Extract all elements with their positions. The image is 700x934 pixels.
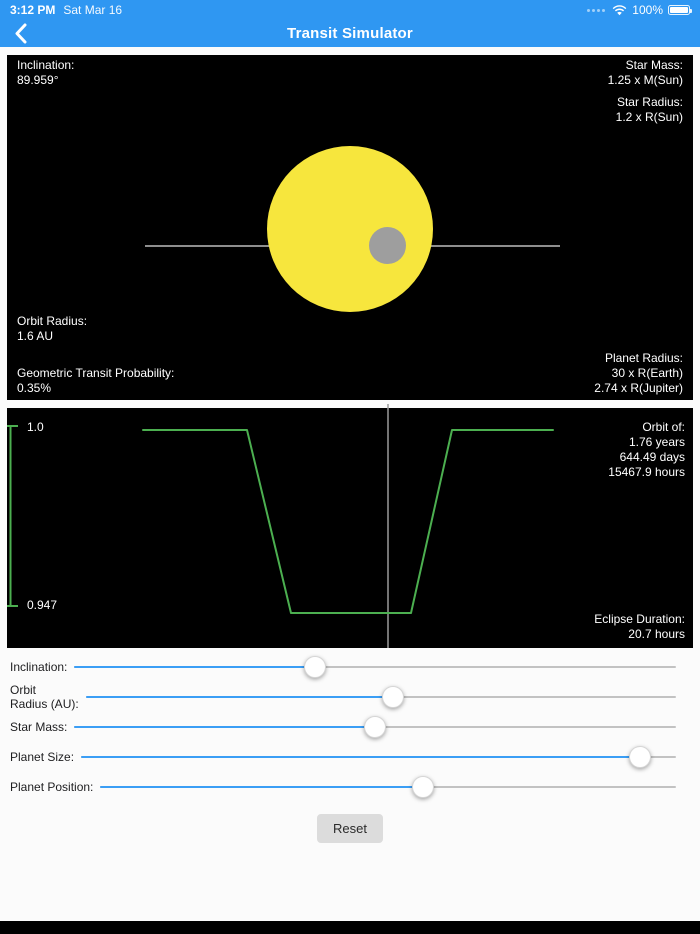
orbit-radius-row: Orbit Radius (AU):	[10, 682, 676, 712]
status-time: 3:12 PM	[10, 3, 55, 17]
orbit-period-readout: Orbit of:1.76 years644.49 days15467.9 ho…	[608, 420, 685, 480]
star-mass-slider[interactable]	[74, 715, 676, 739]
slider-thumb[interactable]	[382, 686, 404, 708]
light-curve-panel: 1.0 0.947 Orbit of:1.76 years644.49 days…	[7, 408, 693, 648]
home-indicator-bar	[0, 921, 700, 934]
slider-fill	[81, 756, 640, 758]
slider-thumb[interactable]	[412, 776, 434, 798]
slider-thumb[interactable]	[304, 656, 326, 678]
planet-position-row: Planet Position:	[10, 772, 676, 802]
planet-size-row: Planet Size:	[10, 742, 676, 772]
star-mass-slider-label: Star Mass:	[10, 720, 67, 734]
nav-bar: Transit Simulator	[0, 20, 700, 47]
slider-fill	[100, 786, 422, 788]
slider-thumb[interactable]	[364, 716, 386, 738]
reset-row: Reset	[0, 814, 700, 843]
slider-fill	[74, 666, 315, 668]
planet-position-slider-label: Planet Position:	[10, 780, 93, 794]
reset-button[interactable]: Reset	[317, 814, 383, 843]
status-date: Sat Mar 16	[63, 3, 122, 17]
slider-thumb[interactable]	[629, 746, 651, 768]
transit-probability-readout: Geometric Transit Probability:	[17, 366, 174, 380]
orbit-radius-slider[interactable]	[86, 685, 676, 709]
orbit-radius-slider-label: Orbit Radius (AU):	[10, 683, 79, 711]
star-graphic	[267, 146, 433, 312]
status-bar: 3:12 PM Sat Mar 16 100%	[0, 0, 700, 20]
star-view-panel: Inclination:89.959° Star Mass:1.25 x M(S…	[7, 55, 693, 400]
wifi-icon	[612, 5, 627, 16]
inclination-readout: Inclination:89.959°	[17, 58, 74, 88]
planet-graphic	[369, 227, 406, 264]
eclipse-duration-readout: Eclipse Duration:20.7 hours	[594, 612, 685, 642]
star-mass-readout: Star Mass:1.25 x M(Sun)	[608, 58, 683, 88]
flux-curve	[143, 430, 553, 613]
slider-fill	[74, 726, 375, 728]
y-max-label: 1.0	[27, 420, 44, 435]
battery-icon	[668, 5, 690, 15]
back-button[interactable]	[14, 20, 44, 47]
slider-fill	[86, 696, 393, 698]
star-mass-row: Star Mass:	[10, 712, 676, 742]
star-radius-readout: Star Radius:1.2 x R(Sun)	[616, 95, 683, 125]
inclination-row: Inclination:	[10, 652, 676, 682]
planet-position-slider[interactable]	[100, 775, 676, 799]
inclination-slider-label: Inclination:	[10, 660, 67, 674]
planet-size-slider-label: Planet Size:	[10, 750, 74, 764]
planet-radius-readout: Planet Radius:30 x R(Earth)2.74 x R(Jupi…	[594, 351, 683, 396]
chevron-left-icon	[14, 23, 27, 44]
page-title: Transit Simulator	[287, 25, 413, 42]
orbit-radius-readout: Orbit Radius:1.6 AU Geometric Transit Pr…	[17, 299, 174, 396]
cellular-dots-icon	[587, 9, 605, 12]
planet-size-slider[interactable]	[81, 745, 676, 769]
light-curve-plot	[7, 408, 693, 648]
slider-controls: Inclination: Orbit Radius (AU): Star Mas…	[0, 648, 700, 802]
inclination-slider[interactable]	[74, 655, 676, 679]
battery-percent: 100%	[632, 3, 663, 17]
y-min-label: 0.947	[27, 598, 57, 613]
